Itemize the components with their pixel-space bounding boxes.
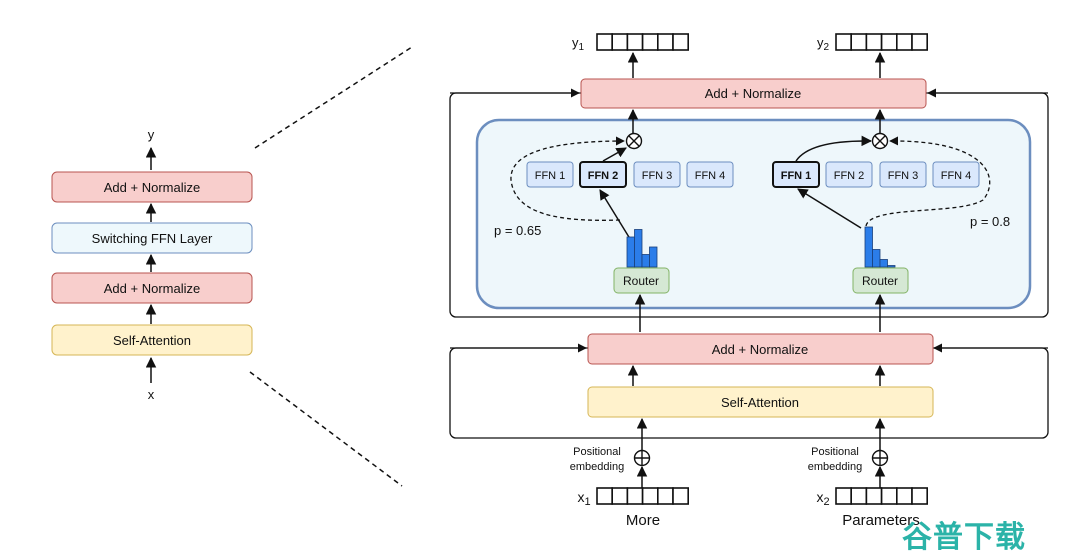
histogram-bar [641,254,650,268]
left-add-normalize-top-label: Add + Normalize [104,180,200,195]
probability-token-1: p = 0.65 [494,223,541,238]
router-label: Router [862,274,898,288]
right-add-normalize-bottom-label: Add + Normalize [712,342,808,357]
left-output-label: y [148,127,155,142]
vector-cell [865,33,883,51]
vector-cell [641,487,659,505]
output-y2: y2 [817,33,928,53]
left-stack: y Add + Normalize Switching FFN Layer Ad… [51,127,253,402]
vector-cell [611,487,629,505]
vector-cell [880,33,898,51]
vector-cell [656,33,674,51]
vector-cell [850,33,868,51]
switching-ffn-layer [475,118,1032,310]
left-input-label: x [148,387,155,402]
expert-label: FFN 4 [941,170,972,182]
vector-cell [835,33,852,51]
left-self-attention-label: Self-Attention [113,333,191,348]
vector-cell [880,487,898,505]
vector-cell [672,487,689,505]
vector-cell [911,33,928,51]
vector-cell [865,487,883,505]
vector-cell [641,33,659,51]
vector-cell [835,487,852,505]
vector-cell [596,33,613,51]
output-y1: y1 [572,33,689,53]
positional-embedding-label-1: Positional embedding [570,446,624,473]
positional-embedding-label-2: Positional embedding [808,446,862,473]
histogram-bar [879,259,888,268]
expert-label: FFN 3 [888,170,919,182]
vector-cell [626,487,644,505]
expert-label: FFN 2 [588,170,619,182]
histogram-bar [649,246,658,268]
zoom-line-top [254,46,413,149]
expert-label: FFN 3 [642,170,673,182]
multiply-icon [625,132,643,150]
histogram-bar [887,265,896,268]
expert-label: FFN 4 [695,170,726,182]
left-switching-ffn-label: Switching FFN Layer [92,231,213,246]
expert-label: FFN 1 [535,170,566,182]
multiply-icon [871,132,889,150]
vector-cell [626,33,644,51]
vector-cell [656,487,674,505]
input-word-1: More [626,512,660,529]
vector-cell [672,33,689,51]
vector-cell [895,33,913,51]
add-icon [871,449,889,467]
watermark: 谷普下载 [902,520,1026,552]
svg-text:y2: y2 [817,35,830,53]
switch-transformer-diagram: y Add + Normalize Switching FFN Layer Ad… [0,0,1080,552]
svg-text:x2: x2 [816,489,829,508]
vector-cell [895,487,913,505]
vector-cell [850,487,868,505]
histogram-bar [626,236,635,268]
probability-token-2: p = 0.8 [970,214,1010,229]
svg-text:x1: x1 [577,489,590,508]
svg-text:y1: y1 [572,35,585,53]
right-add-normalize-top-label: Add + Normalize [705,86,801,101]
histogram-bar [872,249,881,268]
left-add-normalize-bottom-label: Add + Normalize [104,281,200,296]
add-icon [633,449,651,467]
expert-label: FFN 1 [781,170,812,182]
right-self-attention-label: Self-Attention [721,395,799,410]
router-label: Router [623,274,659,288]
vector-cell [596,487,613,505]
vector-cell [911,487,928,505]
input-x1: x1 More [577,487,689,529]
histogram-bar [864,226,873,268]
zoom-line-bottom [249,371,403,487]
histogram-bar [634,229,643,268]
expert-label: FFN 2 [834,170,865,182]
vector-cell [611,33,629,51]
